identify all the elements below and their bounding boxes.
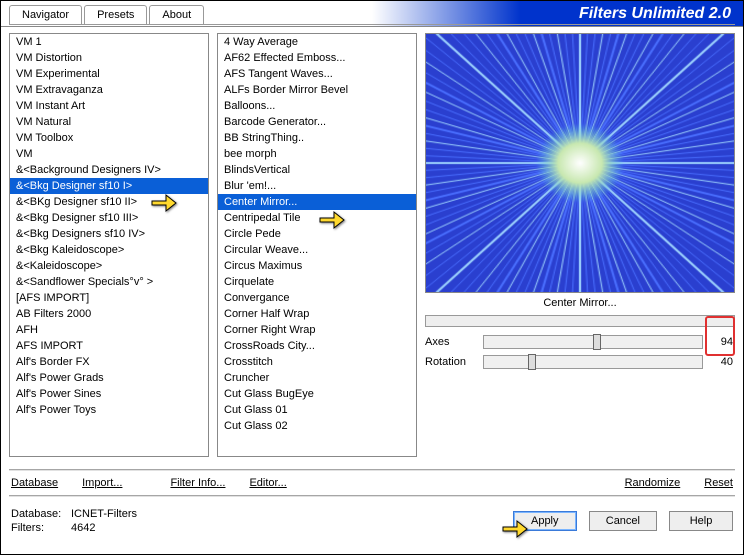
footer-db-label: Database: [11,507,71,521]
list-item[interactable]: AFH [10,322,208,338]
list-item[interactable]: Convergance [218,290,416,306]
link-reset[interactable]: Reset [704,477,733,489]
param-axes-label: Axes [425,336,477,348]
list-item[interactable]: Circular Weave... [218,242,416,258]
list-item[interactable]: Cirquelate [218,274,416,290]
list-item[interactable]: BlindsVertical [218,162,416,178]
list-item[interactable]: VM Experimental [10,66,208,82]
link-import[interactable]: Import... [82,477,122,489]
list-item[interactable]: AB Filters 2000 [10,306,208,322]
list-item[interactable]: Corner Right Wrap [218,322,416,338]
link-editor[interactable]: Editor... [249,477,286,489]
preview-column: Center Mirror... Axes 94 Rotation 40 [425,33,735,457]
separator [9,469,735,471]
list-item[interactable]: Alf's Power Grads [10,370,208,386]
list-item[interactable]: Barcode Generator... [218,114,416,130]
link-randomize[interactable]: Randomize [625,477,681,489]
list-item[interactable]: &<Kaleidoscope> [10,258,208,274]
list-item[interactable]: Cut Glass BugEye [218,386,416,402]
list-item[interactable]: &<Background Designers IV> [10,162,208,178]
category-column: VM 1VM DistortionVM ExperimentalVM Extra… [9,33,209,457]
list-item[interactable]: [AFS IMPORT] [10,290,208,306]
list-item[interactable]: Circus Maximus [218,258,416,274]
list-item[interactable]: AFS IMPORT [10,338,208,354]
tab-about[interactable]: About [149,5,204,24]
list-item[interactable]: Crosstitch [218,354,416,370]
preview-box [425,33,735,293]
list-item[interactable]: VM 1 [10,34,208,50]
list-item[interactable]: VM [10,146,208,162]
footer-info: Database:ICNET-Filters Filters:4642 [11,507,137,535]
list-item[interactable]: Centripedal Tile [218,210,416,226]
list-item[interactable]: &<BKg Designer sf10 II> [10,194,208,210]
list-item[interactable]: &<Bkg Designer sf10 III> [10,210,208,226]
pointer-icon [150,192,174,210]
list-item[interactable]: VM Natural [10,114,208,130]
list-item[interactable]: Cruncher [218,370,416,386]
param-rotation-row: Rotation 40 [425,355,733,369]
tab-presets[interactable]: Presets [84,5,147,24]
param-rotation-value: 40 [709,356,733,368]
list-item[interactable]: AFS Tangent Waves... [218,66,416,82]
param-rotation-slider[interactable] [483,355,703,369]
main-panel: VM 1VM DistortionVM ExperimentalVM Extra… [1,25,743,465]
preview-label: Center Mirror... [425,293,735,313]
list-item[interactable]: Cut Glass 02 [218,418,416,434]
footer-filters-value: 4642 [71,522,95,534]
param-axes-row: Axes 94 [425,335,733,349]
list-item[interactable]: &<Sandflower Specials°v° > [10,274,208,290]
list-item[interactable]: ALFs Border Mirror Bevel [218,82,416,98]
footer-filters-label: Filters: [11,521,71,535]
list-item[interactable]: Alf's Power Sines [10,386,208,402]
footer-db-value: ICNET-Filters [71,508,137,520]
list-item[interactable]: VM Distortion [10,50,208,66]
help-button[interactable]: Help [669,511,733,531]
list-item[interactable]: Balloons... [218,98,416,114]
tab-navigator[interactable]: Navigator [9,5,82,24]
filter-list[interactable]: 4 Way AverageAF62 Effected Emboss...AFS … [217,33,417,457]
list-item[interactable]: VM Toolbox [10,130,208,146]
list-item[interactable]: Alf's Border FX [10,354,208,370]
highlight-box [705,316,735,356]
link-database[interactable]: Database [11,477,58,489]
list-item[interactable]: Blur 'em!... [218,178,416,194]
list-item[interactable]: 4 Way Average [218,34,416,50]
pointer-icon [501,518,525,536]
filter-column: 4 Way AverageAF62 Effected Emboss...AFS … [217,33,417,457]
preview-image [426,34,734,292]
cancel-button[interactable]: Cancel [589,511,657,531]
link-filter-info[interactable]: Filter Info... [170,477,225,489]
link-row: Database Import... Filter Info... Editor… [1,475,743,491]
list-item[interactable]: Alf's Power Toys [10,402,208,418]
list-item[interactable]: &<Bkg Designers sf10 IV> [10,226,208,242]
param-axes-slider[interactable] [483,335,703,349]
list-item[interactable]: Cut Glass 01 [218,402,416,418]
list-item[interactable]: bee morph [218,146,416,162]
category-list[interactable]: VM 1VM DistortionVM ExperimentalVM Extra… [9,33,209,457]
list-item[interactable]: &<Bkg Designer sf10 I> [10,178,208,194]
param-rotation-label: Rotation [425,356,477,368]
list-item[interactable]: VM Instant Art [10,98,208,114]
list-item[interactable]: VM Extravaganza [10,82,208,98]
footer: Database:ICNET-Filters Filters:4642 Appl… [1,501,743,541]
separator-2 [9,495,735,497]
parameter-panel: Axes 94 Rotation 40 [425,335,735,369]
pointer-icon [318,209,342,227]
list-item[interactable]: &<Bkg Kaleidoscope> [10,242,208,258]
list-item[interactable]: AF62 Effected Emboss... [218,50,416,66]
list-item[interactable]: Circle Pede [218,226,416,242]
preview-progress [425,315,735,327]
list-item[interactable]: Corner Half Wrap [218,306,416,322]
list-item[interactable]: CrossRoads City... [218,338,416,354]
list-item[interactable]: Center Mirror... [218,194,416,210]
list-item[interactable]: BB StringThing.. [218,130,416,146]
tab-strip: Navigator Presets About [1,5,743,24]
